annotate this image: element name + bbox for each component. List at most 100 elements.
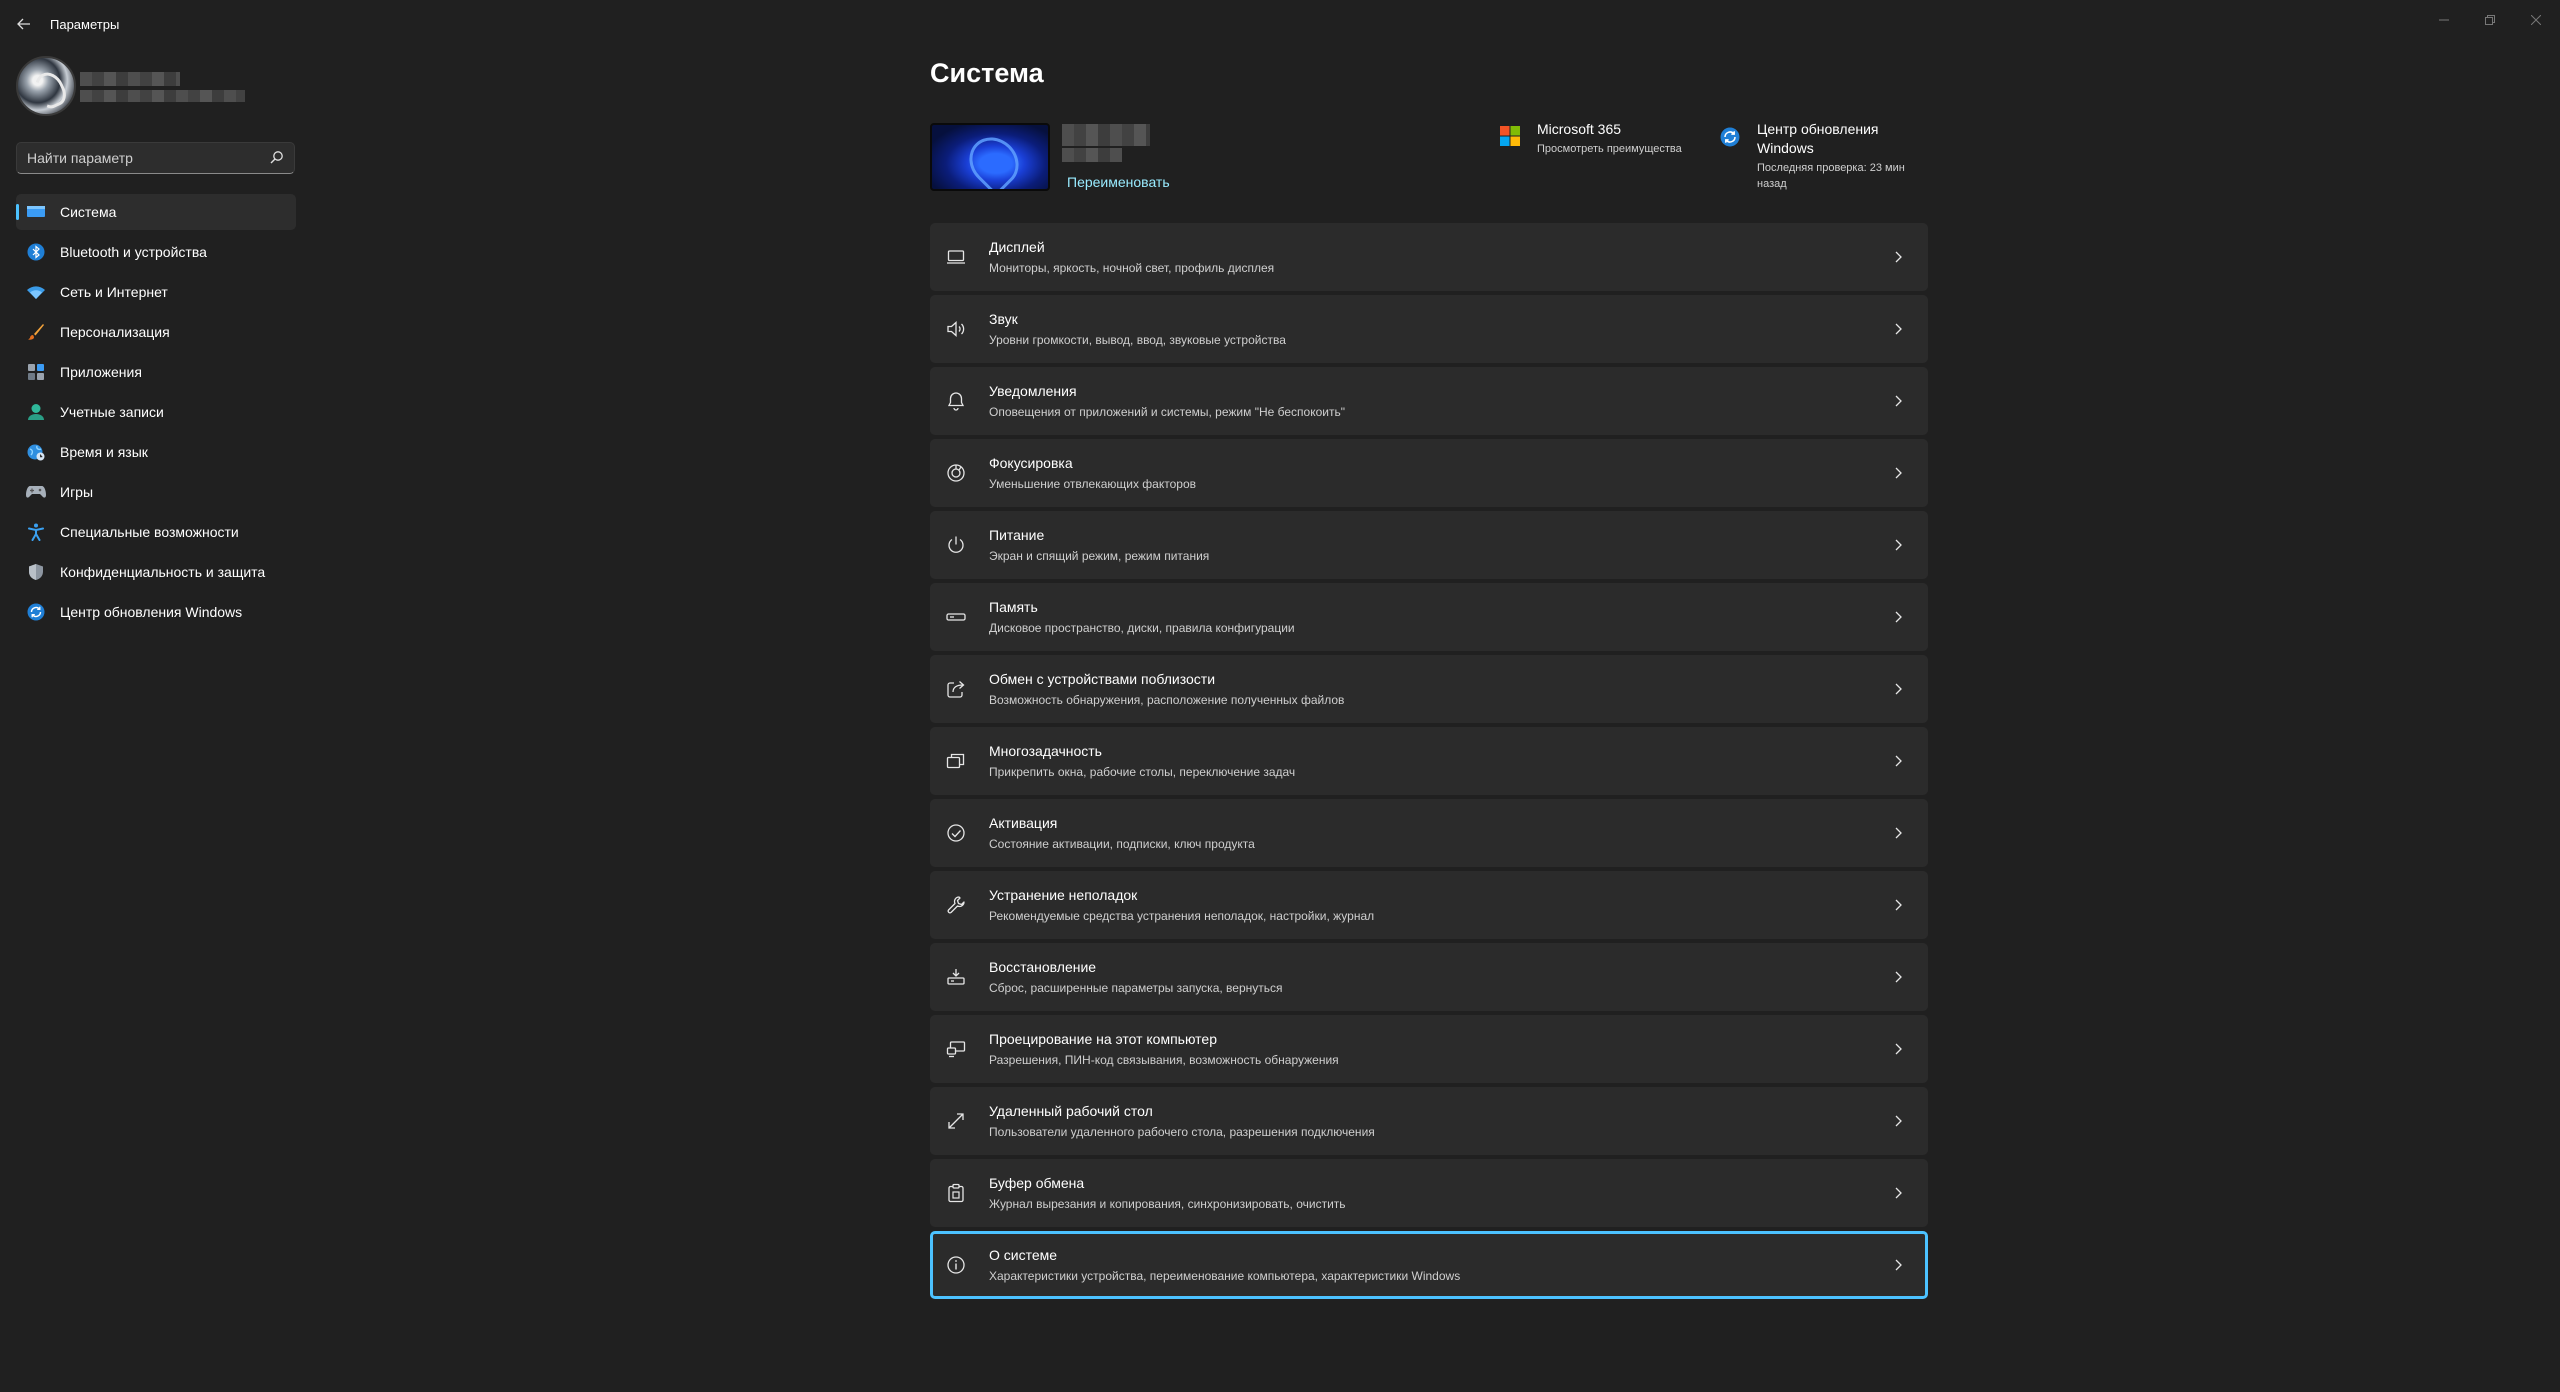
- settings-row-multitasking[interactable]: Многозадачность Прикрепить окна, рабочие…: [930, 727, 1928, 795]
- promo-windows-update[interactable]: Центр обновления Windows Последняя прове…: [1720, 118, 1920, 198]
- bluetooth-icon: [26, 242, 46, 262]
- app-title: Параметры: [50, 17, 120, 32]
- search-box: [16, 142, 295, 174]
- multitask-icon: [946, 751, 966, 771]
- minimize-icon: [2439, 19, 2449, 21]
- settings-row-power[interactable]: Питание Экран и спящий режим, режим пита…: [930, 511, 1928, 579]
- settings-row-title: Фокусировка: [989, 455, 1073, 471]
- share-icon: [946, 679, 966, 699]
- settings-row-sound[interactable]: Звук Уровни громкости, вывод, ввод, звук…: [930, 295, 1928, 363]
- settings-row-subtitle: Разрешения, ПИН-код связывания, возможно…: [989, 1053, 1339, 1067]
- settings-row-notifications[interactable]: Уведомления Оповещения от приложений и с…: [930, 367, 1928, 435]
- sidebar-item-apps[interactable]: Приложения: [16, 354, 296, 390]
- redacted-device-name: [1062, 124, 1150, 146]
- minimize-button[interactable]: [2424, 6, 2464, 34]
- settings-row-subtitle: Рекомендуемые средства устранения непола…: [989, 909, 1375, 923]
- sidebar-item-gaming[interactable]: Игры: [16, 474, 296, 510]
- speaker-icon: [946, 319, 966, 339]
- sidebar-item-label: Учетные записи: [60, 404, 164, 420]
- chevron-right-icon: [1895, 827, 1902, 839]
- settings-row-title: О системе: [989, 1247, 1058, 1263]
- search-input[interactable]: [27, 143, 267, 173]
- maximize-button[interactable]: [2470, 6, 2510, 34]
- redacted-user-name: [80, 72, 180, 86]
- chevron-right-icon: [1895, 539, 1902, 551]
- settings-row-title: Обмен с устройствами поблизости: [989, 671, 1216, 687]
- sidebar-item-windows-update[interactable]: Центр обновления Windows: [16, 594, 296, 630]
- apps-icon: [26, 362, 46, 382]
- search-icon[interactable]: [270, 150, 284, 164]
- sidebar-item-label: Специальные возможности: [60, 524, 239, 540]
- sidebar-item-network[interactable]: Сеть и Интернет: [16, 274, 296, 310]
- settings-row-title: Удаленный рабочий стол: [989, 1103, 1153, 1119]
- settings-row-clipboard[interactable]: Буфер обмена Журнал вырезания и копирова…: [930, 1159, 1928, 1227]
- settings-list: Дисплей Мониторы, яркость, ночной свет, …: [930, 223, 1928, 1303]
- sidebar-item-bluetooth[interactable]: Bluetooth и устройства: [16, 234, 296, 270]
- settings-row-subtitle: Пользователи удаленного рабочего стола, …: [989, 1125, 1375, 1139]
- chevron-right-icon: [1895, 467, 1902, 479]
- settings-row-title: Активация: [989, 815, 1058, 831]
- chevron-right-icon: [1895, 395, 1902, 407]
- settings-row-focus[interactable]: Фокусировка Уменьшение отвлекающих факто…: [930, 439, 1928, 507]
- arrow-left-icon: [17, 18, 30, 30]
- settings-row-projection[interactable]: Проецирование на этот компьютер Разрешен…: [930, 1015, 1928, 1083]
- settings-row-title: Дисплей: [989, 239, 1045, 255]
- settings-row-title: Многозадачность: [989, 743, 1102, 759]
- sidebar-item-accounts[interactable]: Учетные записи: [16, 394, 296, 430]
- sidebar-item-label: Время и язык: [60, 444, 148, 460]
- microsoft-logo-icon: [1500, 126, 1520, 146]
- back-button[interactable]: [12, 12, 36, 36]
- promo-microsoft-365[interactable]: Microsoft 365 Просмотреть преимущества: [1500, 118, 1710, 166]
- maximize-icon: [2485, 15, 2495, 25]
- title-bar: Параметры: [0, 0, 2560, 48]
- shield-icon: [26, 562, 46, 582]
- settings-row-troubleshoot[interactable]: Устранение неполадок Рекомендуемые средс…: [930, 871, 1928, 939]
- promo-title: Microsoft 365: [1537, 121, 1622, 137]
- sidebar-item-personalization[interactable]: Персонализация: [16, 314, 296, 350]
- settings-row-nearby-sharing[interactable]: Обмен с устройствами поблизости Возможно…: [930, 655, 1928, 723]
- chevron-right-icon: [1895, 1259, 1902, 1271]
- settings-row-activation[interactable]: Активация Состояние активации, подписки,…: [930, 799, 1928, 867]
- sidebar-item-accessibility[interactable]: Специальные возможности: [16, 514, 296, 550]
- sidebar-item-label: Игры: [60, 484, 94, 500]
- sidebar-item-label: Система: [60, 204, 117, 220]
- close-button[interactable]: [2516, 6, 2556, 34]
- sidebar-item-system[interactable]: Система: [16, 194, 296, 230]
- monitor-icon: [26, 202, 46, 222]
- redacted-device-model: [1062, 148, 1122, 162]
- settings-row-remote-desktop[interactable]: Удаленный рабочий стол Пользователи удал…: [930, 1087, 1928, 1155]
- settings-row-subtitle: Журнал вырезания и копирования, синхрони…: [989, 1197, 1346, 1211]
- chevron-right-icon: [1895, 1187, 1902, 1199]
- settings-row-title: Проецирование на этот компьютер: [989, 1031, 1217, 1047]
- sync-icon: [26, 602, 46, 622]
- device-wallpaper-thumbnail: [930, 123, 1050, 191]
- settings-row-title: Восстановление: [989, 959, 1097, 975]
- remote-desktop-icon: [946, 1111, 966, 1131]
- power-icon: [946, 535, 966, 555]
- settings-row-subtitle: Прикрепить окна, рабочие столы, переключ…: [989, 765, 1296, 779]
- promo-subtitle: Просмотреть преимущества: [1537, 143, 1682, 155]
- user-profile[interactable]: [16, 56, 306, 120]
- sidebar-item-label: Приложения: [60, 364, 142, 380]
- settings-row-title: Уведомления: [989, 383, 1077, 399]
- chevron-right-icon: [1895, 971, 1902, 983]
- info-icon: [946, 1255, 966, 1275]
- sidebar-item-time-language[interactable]: Время и язык: [16, 434, 296, 470]
- settings-row-subtitle: Мониторы, яркость, ночной свет, профиль …: [989, 261, 1275, 275]
- rename-link[interactable]: Переименовать: [1067, 174, 1170, 190]
- settings-row-recovery[interactable]: Восстановление Сброс, расширенные параме…: [930, 943, 1928, 1011]
- sidebar-item-label: Сеть и Интернет: [60, 284, 168, 300]
- sidebar-item-label: Конфиденциальность и защита: [60, 564, 266, 580]
- settings-row-display[interactable]: Дисплей Мониторы, яркость, ночной свет, …: [930, 223, 1928, 291]
- sidebar-item-label: Персонализация: [60, 324, 170, 340]
- redacted-user-email: [80, 90, 245, 102]
- sidebar-item-privacy[interactable]: Конфиденциальность и защита: [16, 554, 296, 590]
- settings-row-title: Устранение неполадок: [989, 887, 1138, 903]
- wrench-icon: [946, 895, 966, 915]
- settings-row-subtitle: Экран и спящий режим, режим питания: [989, 549, 1210, 563]
- settings-row-storage[interactable]: Память Дисковое пространство, диски, пра…: [930, 583, 1928, 651]
- settings-row-title: Звук: [989, 311, 1018, 327]
- display-icon: [946, 247, 966, 267]
- settings-row-about[interactable]: О системе Характеристики устройства, пер…: [930, 1231, 1928, 1299]
- chevron-right-icon: [1895, 1043, 1902, 1055]
